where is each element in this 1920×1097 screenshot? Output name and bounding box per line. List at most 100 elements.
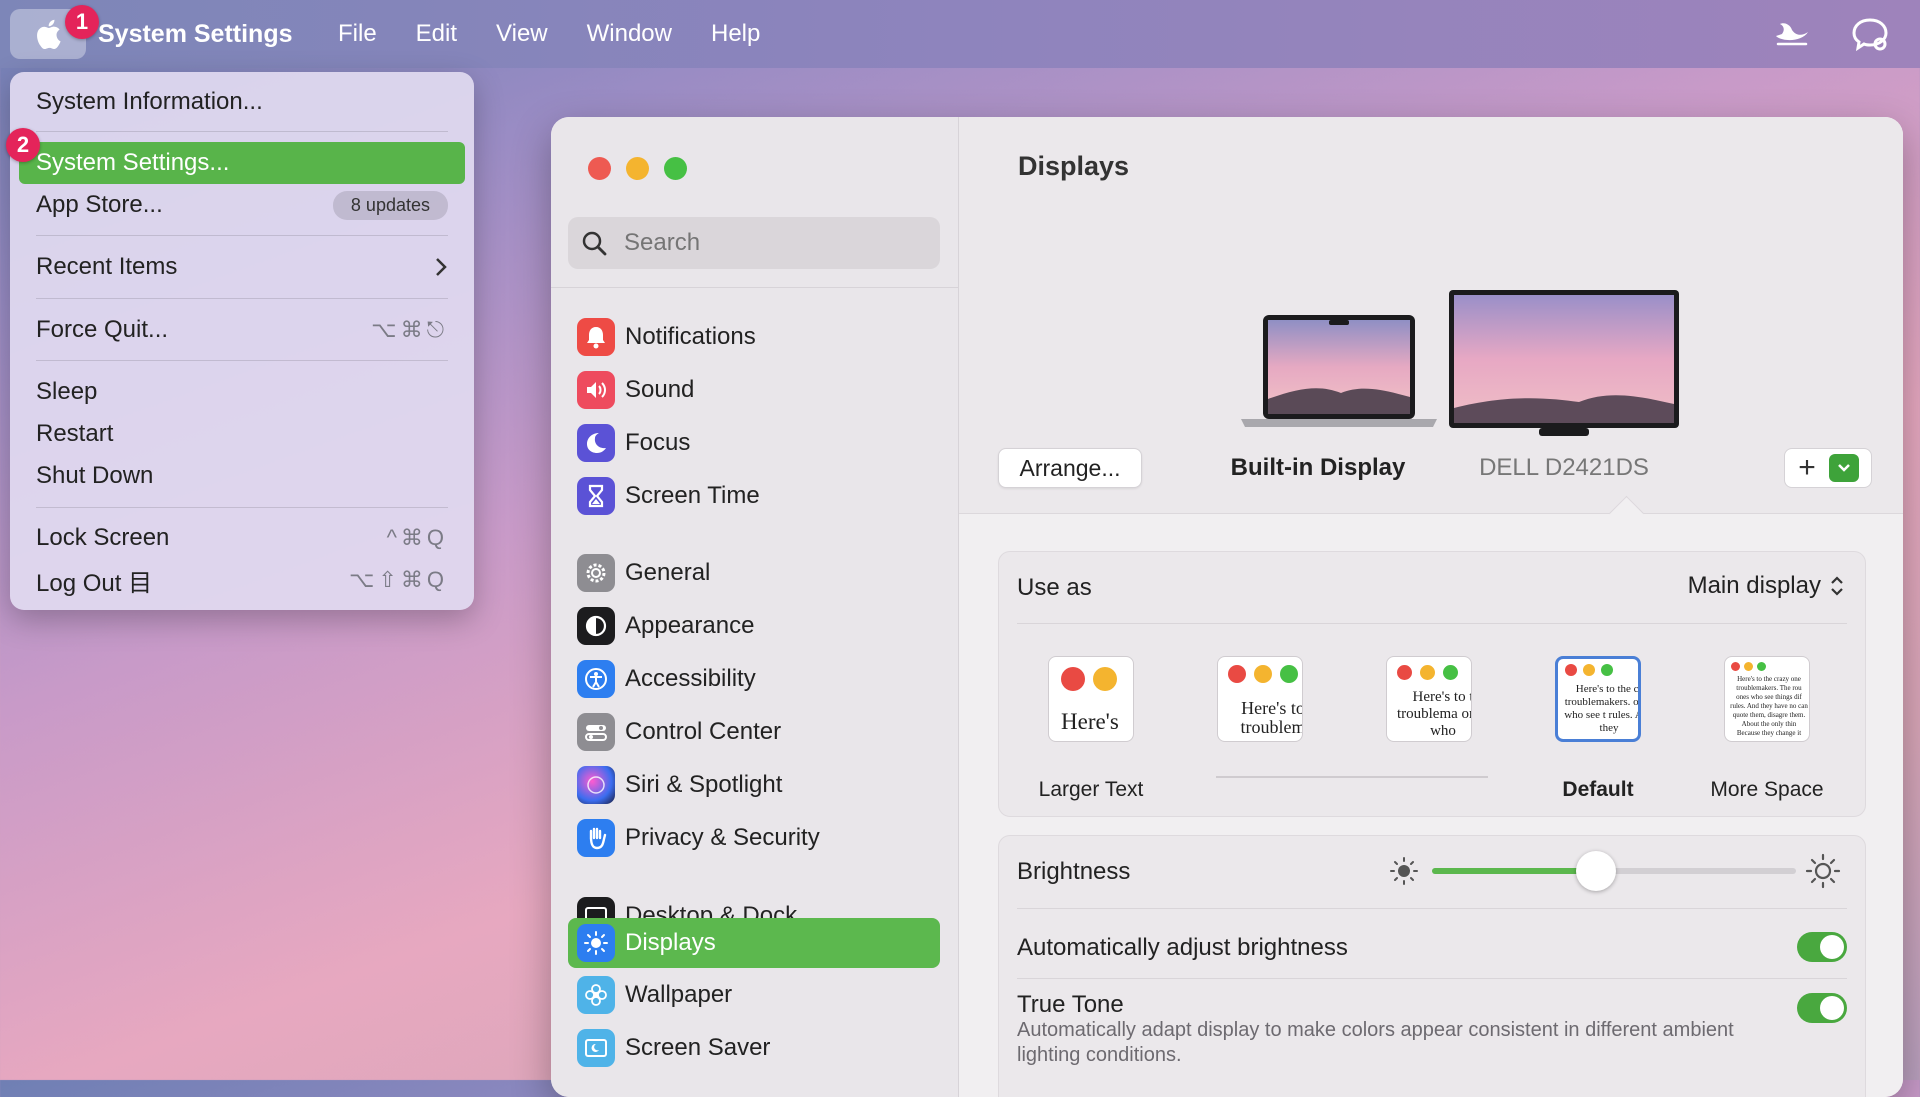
- sidebar-item-privacy-security[interactable]: Privacy & Security: [568, 813, 940, 863]
- resolution-preview: Here's to the cr troublemakers. ones who…: [1555, 656, 1641, 742]
- row-separator: [1017, 623, 1847, 624]
- hourglass-icon: [577, 477, 615, 515]
- up-down-chevron-icon: [1831, 576, 1843, 596]
- sidebar-item-focus[interactable]: Focus: [568, 418, 940, 468]
- menu-item-shut-down[interactable]: Shut Down: [36, 456, 448, 496]
- sidebar-item-general[interactable]: General: [568, 548, 940, 598]
- flower-icon: [577, 976, 615, 1014]
- control-center-icon: [577, 713, 615, 751]
- menu-help[interactable]: Help: [711, 20, 760, 48]
- resolution-preview: Here's to troublem: [1217, 656, 1303, 742]
- builtin-display-thumbnail[interactable]: [1241, 315, 1437, 431]
- menu-item-system-settings[interactable]: System Settings...: [19, 142, 465, 184]
- apple-menu-dropdown: System Information... System Settings...…: [10, 72, 474, 610]
- close-window-button[interactable]: [588, 157, 611, 180]
- resolution-option-2[interactable]: Here's to troublem: [1215, 656, 1305, 742]
- resolution-label: More Space: [1710, 778, 1824, 801]
- updates-badge: 8 updates: [332, 190, 448, 220]
- sidebar-item-appearance[interactable]: Appearance: [568, 601, 940, 651]
- menu-file[interactable]: File: [338, 20, 377, 48]
- search-field[interactable]: [568, 217, 940, 269]
- brightness-label: Brightness: [1017, 858, 1131, 885]
- sidebar-item-wallpaper[interactable]: Wallpaper: [568, 970, 940, 1020]
- add-display-button[interactable]: +: [1785, 449, 1829, 487]
- bell-icon: [577, 318, 615, 356]
- menu-item-recent-items[interactable]: Recent Items: [36, 247, 448, 287]
- sidebar-item-accessibility[interactable]: Accessibility: [568, 654, 940, 704]
- resolution-preview: Here's: [1048, 656, 1134, 742]
- external-display-thumbnail[interactable]: [1449, 290, 1679, 436]
- menu-item-lock-screen[interactable]: Lock Screen ^⌘Q: [36, 518, 448, 558]
- menu-item-force-quit[interactable]: Force Quit... ⌥⌘⎋: [36, 310, 448, 350]
- menu-separator: [36, 235, 448, 236]
- app-name-menu[interactable]: System Settings: [98, 20, 293, 49]
- sidebar-divider: [551, 287, 958, 288]
- resolution-preview: Here's to t troublema ones who: [1386, 656, 1472, 742]
- moon-icon: [577, 424, 615, 462]
- resolution-preview: Here's to the crazy one troublemakers. T…: [1724, 656, 1810, 742]
- brightness-slider-knob[interactable]: [1575, 851, 1616, 891]
- add-display-control: +: [1784, 448, 1872, 488]
- chevron-right-icon: [436, 258, 447, 276]
- true-tone-description: Automatically adapt display to make colo…: [1017, 1019, 1734, 1066]
- appearance-icon: [577, 607, 615, 645]
- menu-separator: [36, 131, 448, 132]
- gear-icon: [577, 554, 615, 592]
- sun-icon: [577, 924, 615, 962]
- resolution-option-3[interactable]: Here's to t troublema ones who: [1384, 656, 1474, 742]
- auto-brightness-toggle[interactable]: [1797, 932, 1847, 962]
- accessibility-icon: [577, 660, 615, 698]
- sidebar: Notifications Sound Focus Screen Time Ge…: [551, 117, 959, 1097]
- sun-large-icon: [1805, 853, 1841, 889]
- minimize-window-button[interactable]: [626, 157, 649, 180]
- add-display-menu-button[interactable]: [1829, 454, 1859, 482]
- menu-window[interactable]: Window: [587, 20, 672, 48]
- hand-icon: [577, 819, 615, 857]
- builtin-display-label[interactable]: Built-in Display: [1200, 454, 1436, 482]
- external-display-label[interactable]: DELL D2421DS: [1458, 454, 1670, 482]
- sidebar-item-control-center[interactable]: Control Center: [568, 707, 940, 757]
- menu-item-sleep[interactable]: Sleep: [36, 372, 448, 412]
- zoom-window-button[interactable]: [664, 157, 687, 180]
- menu-bar: 1 System Settings File Edit View Window …: [0, 0, 1920, 68]
- search-icon: [582, 231, 607, 256]
- menu-item-restart[interactable]: Restart: [36, 414, 448, 454]
- sidebar-item-sound[interactable]: Sound: [568, 365, 940, 415]
- sidebar-item-displays[interactable]: Displays: [568, 918, 940, 968]
- brightness-card: Brightness Automatically adjust brightne…: [998, 835, 1866, 1097]
- sidebar-item-screen-saver[interactable]: Screen Saver: [568, 1023, 940, 1073]
- true-tone-toggle[interactable]: [1797, 993, 1847, 1023]
- menu-item-system-information[interactable]: System Information...: [36, 82, 448, 122]
- page-title: Displays: [1018, 151, 1130, 181]
- displays-pane: Displays Arrange... Built-in Display DEL…: [959, 117, 1903, 1097]
- step-badge-2: 2: [6, 128, 40, 162]
- search-input[interactable]: [622, 228, 926, 258]
- sidebar-item-notifications[interactable]: Notifications: [568, 312, 940, 362]
- menu-edit[interactable]: Edit: [416, 20, 457, 48]
- resolution-label: Larger Text: [1038, 778, 1144, 801]
- sidebar-item-screen-time[interactable]: Screen Time: [568, 471, 940, 521]
- row-separator: [1017, 908, 1847, 909]
- menu-separator: [36, 298, 448, 299]
- resolution-option-default[interactable]: Here's to the cr troublemakers. ones who…: [1553, 656, 1643, 801]
- use-as-select[interactable]: Main display: [1688, 572, 1845, 600]
- log-out-shortcut: ⌥⇧⌘Q: [349, 567, 448, 592]
- menu-item-log-out[interactable]: Log Out 目 ⌥⇧⌘Q: [36, 560, 448, 600]
- auto-brightness-label: Automatically adjust brightness: [1017, 934, 1348, 961]
- resolution-group-underline: [1216, 776, 1488, 778]
- resolution-option-larger-text[interactable]: Here's Larger Text: [1039, 656, 1143, 801]
- speaker-icon: [577, 371, 615, 409]
- apple-icon: [37, 19, 61, 49]
- arrange-button[interactable]: Arrange...: [998, 448, 1142, 488]
- sidebar-item-siri-spotlight[interactable]: Siri & Spotlight: [568, 760, 940, 810]
- siri-icon: [577, 766, 615, 804]
- resolution-option-more-space[interactable]: Here's to the crazy one troublemakers. T…: [1710, 656, 1824, 801]
- resolution-label: Default: [1562, 778, 1634, 801]
- menu-view[interactable]: View: [496, 20, 548, 48]
- menu-item-app-store[interactable]: App Store... 8 updates: [36, 185, 448, 225]
- true-tone-label: True Tone: [1017, 991, 1124, 1018]
- bird-status-icon[interactable]: [1772, 14, 1812, 54]
- chat-status-icon[interactable]: [1850, 14, 1890, 54]
- system-settings-window: Notifications Sound Focus Screen Time Ge…: [551, 117, 1903, 1097]
- lock-screen-shortcut: ^⌘Q: [386, 525, 448, 550]
